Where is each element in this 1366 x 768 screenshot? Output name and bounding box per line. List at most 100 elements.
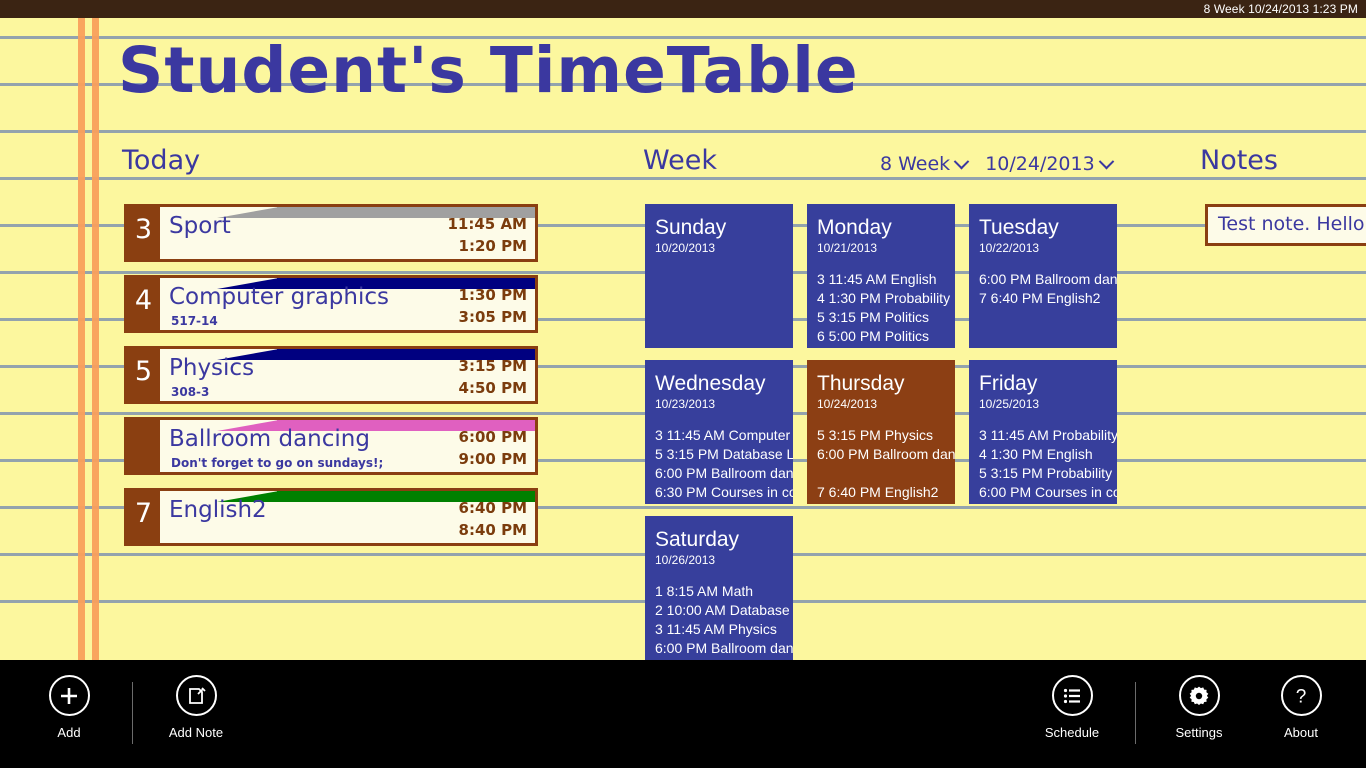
app-bar-button-label: Settings [1175,725,1223,740]
today-item-start-time: 11:45 AM [447,215,527,233]
day-card[interactable]: Saturday 10/26/2013 1 8:15 AM Math 2 10:00 … [645,516,793,660]
note-card[interactable]: Test note. Hello [1205,204,1366,246]
app-bar-button-settings[interactable]: Settings [1148,660,1250,740]
chevron-down-icon [1098,153,1114,169]
add-note-icon [175,675,217,716]
app-bar: Add Add Note Schedule Settings? About [0,660,1366,768]
status-bar: 8 Week 10/24/2013 1:23 PM [0,0,1366,18]
day-card-event: 6:30 PM Courses in computing [655,484,793,500]
day-card-date: 10/24/2013 [817,397,878,411]
day-card-event: 3 11:45 AM Computer graphics [655,427,793,443]
app-bar-button-schedule[interactable]: Schedule [1021,660,1123,740]
day-card-date: 10/20/2013 [655,241,716,255]
app-bar-left-group: Add Add Note [18,660,247,768]
day-card-event: 5 3:15 PM Physics [817,427,933,443]
day-card-name: Monday [817,216,892,239]
today-item-times: 1:30 PM 3:05 PM [459,284,527,328]
day-card-name: Wednesday [655,372,766,395]
today-list-item[interactable]: Ballroom dancing Don't forget to go on su… [124,417,538,475]
question-icon: ? [1280,675,1322,716]
day-card-event: 6 5:00 PM Politics [817,328,930,344]
week-heading: Week [643,145,717,176]
today-item-subtitle: 517-14 [171,314,218,328]
day-card-event: 3 11:45 AM Probability [979,427,1117,443]
today-list-item[interactable]: 7 English2 6:40 PM 8:40 PM [124,488,538,546]
today-item-end-time: 4:50 PM [458,379,527,397]
week-controls: 8 Week 10/24/2013 [880,153,1114,175]
app-bar-button-about[interactable]: ? About [1250,660,1352,740]
day-card-name: Friday [979,372,1038,395]
day-card-date: 10/22/2013 [979,241,1040,255]
day-card[interactable]: Thursday 10/24/2013 5 3:15 PM Physics 6:00 … [807,360,955,504]
notes-list: Test note. Hello [1205,204,1366,246]
margin-line-right [92,18,99,660]
page-title: Student's TimeTable [118,34,859,107]
day-card[interactable]: Wednesday 10/23/2013 3 11:45 AM Computer g… [645,360,793,504]
day-card-event: 3 11:45 AM Physics [655,621,777,637]
day-card-name: Saturday [655,528,740,551]
day-card[interactable]: Friday 10/25/2013 3 11:45 AM Probability 4 … [969,360,1117,504]
plus-icon [48,675,90,716]
day-card-event: 7 6:40 PM English2 [817,484,939,500]
today-item-start-time: 3:15 PM [458,357,527,375]
day-card-event: 2 10:00 AM Database [655,602,790,618]
day-card[interactable]: Monday 10/21/2013 3 11:45 AM English 4 1:30… [807,204,955,348]
today-item-number: 4 [127,278,160,330]
today-item-start-time: 6:40 PM [458,499,527,517]
day-card[interactable]: Sunday 10/20/2013 [645,204,793,348]
day-card-date: 10/26/2013 [655,553,716,567]
day-card-event: 5 3:15 PM Database Lab [655,446,793,462]
today-list-item[interactable]: 3 Sport 11:45 AM 1:20 PM [124,204,538,262]
day-card-event: 5 3:15 PM Politics [817,309,930,325]
app-bar-divider [1135,682,1136,744]
note-text: Test note. Hello [1218,213,1365,235]
list-icon [1051,675,1093,716]
today-list-item[interactable]: 5 Physics 308-3 3:15 PM 4:50 PM [124,346,538,404]
today-item-end-time: 3:05 PM [458,308,527,326]
today-item-end-time: 1:20 PM [458,237,527,255]
svg-text:?: ? [1296,686,1307,707]
day-card-event: 1 8:15 AM Math [655,583,754,599]
today-item-title: Ballroom dancing [169,426,370,452]
today-item-times: 11:45 AM 1:20 PM [447,213,527,257]
day-card-event: 4 1:30 PM Probability [817,290,951,306]
app-bar-button-label: Add Note [168,725,224,740]
app-window: 8 Week 10/24/2013 1:23 PM Student's Time… [0,0,1366,768]
day-card-event: 6:00 PM Ballroom dancing [655,640,793,656]
today-item-title: Physics [169,355,255,381]
day-card-event: 6:00 PM Courses in computing [979,484,1117,500]
week-date-label: 10/24/2013 [985,153,1095,175]
today-list-item[interactable]: 4 Computer graphics 517-14 1:30 PM 3:05 PM [124,275,538,333]
day-card-date: 10/25/2013 [979,397,1040,411]
day-card[interactable]: Tuesday 10/22/2013 6:00 PM Ballroom dancin… [969,204,1117,348]
day-card-event: 3 11:45 AM English [817,271,937,287]
week-date-dropdown[interactable]: 10/24/2013 [985,153,1114,175]
today-item-start-time: 1:30 PM [458,286,527,304]
today-item-times: 6:40 PM 8:40 PM [459,497,527,541]
today-item-title: English2 [169,497,267,523]
today-item-end-time: 9:00 PM [458,450,527,468]
today-list: 3 Sport 11:45 AM 1:20 PM 4 Computer graphics 5… [124,204,538,559]
day-card-events: 3 11:45 AM Probability 4 1:30 PM English 5… [979,426,1117,502]
day-card-date: 10/21/2013 [817,241,878,255]
app-bar-button-add-note[interactable]: Add Note [145,660,247,740]
day-card-events: 1 8:15 AM Math 2 10:00 AM Database 3 11:45… [655,582,793,658]
today-item-end-time: 8:40 PM [458,521,527,539]
day-card-events: 5 3:15 PM Physics 6:00 PM Ballroom dancin… [817,426,955,502]
status-bar-text: 8 Week 10/24/2013 1:23 PM [1203,2,1358,16]
app-bar-button-add[interactable]: Add [18,660,120,740]
day-card-events: 6:00 PM Ballroom dancing 7 6:40 PM Englis… [979,270,1117,308]
app-bar-right-group: Schedule Settings? About [1021,660,1352,768]
day-card-event: 6:00 PM Ballroom dancing [655,465,793,481]
week-range-dropdown[interactable]: 8 Week [880,153,970,175]
day-card-event [817,464,955,483]
day-card-event: 6:00 PM Ballroom dancing [817,446,955,462]
chevron-down-icon [953,153,970,169]
today-item-number [127,420,160,472]
day-card-event: 4 1:30 PM English [979,446,1093,462]
margin-line-left [78,18,85,660]
app-bar-button-label: About [1284,725,1318,740]
gear-icon [1178,675,1220,716]
today-item-number: 5 [127,349,160,401]
day-card-events: 3 11:45 AM Computer graphics 5 3:15 PM Da… [655,426,793,502]
